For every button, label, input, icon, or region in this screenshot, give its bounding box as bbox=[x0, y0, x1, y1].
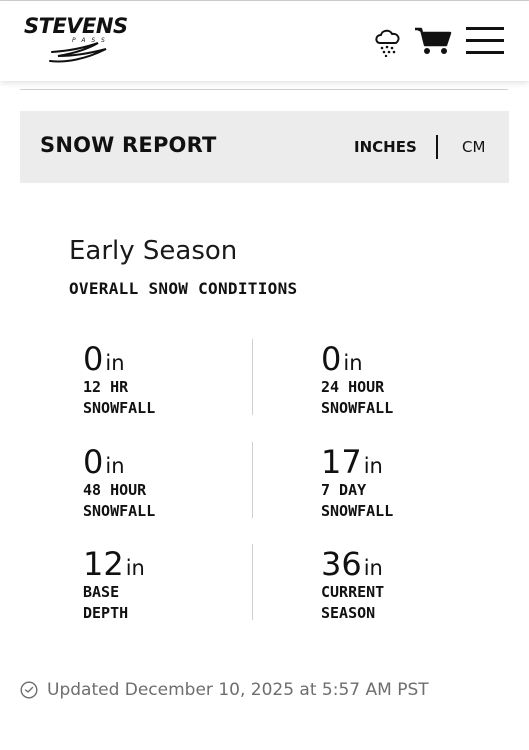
site-header: STEVENS PASS bbox=[0, 1, 529, 81]
stat-label: 12 HR SNOWFALL bbox=[83, 378, 156, 417]
header-divider bbox=[20, 89, 508, 90]
stat-24hr-snowfall: 0in 24 HOUR SNOWFALL bbox=[321, 341, 491, 421]
conditions-title: Early Season bbox=[69, 236, 238, 266]
stat-unit: in bbox=[343, 351, 363, 375]
stat-7day-snowfall: 17in 7 DAY SNOWFALL bbox=[321, 444, 491, 524]
stat-value: 36in bbox=[321, 546, 383, 586]
stat-value: 0in bbox=[83, 444, 125, 484]
stat-number: 17 bbox=[321, 443, 362, 481]
stat-number: 36 bbox=[321, 545, 362, 583]
stevens-pass-logo[interactable]: STEVENS PASS bbox=[24, 13, 134, 67]
stat-base-depth: 12in BASE DEPTH bbox=[83, 546, 253, 626]
stat-value: 0in bbox=[321, 341, 363, 381]
stat-value: 0in bbox=[83, 341, 125, 381]
stat-label: BASE DEPTH bbox=[83, 583, 129, 622]
clock-icon bbox=[20, 681, 38, 699]
snow-report-bar: SNOW REPORT INCHES CM bbox=[20, 111, 509, 183]
stat-unit: in bbox=[105, 351, 125, 375]
stat-number: 12 bbox=[83, 545, 124, 583]
stat-number: 0 bbox=[83, 443, 104, 481]
logo-text: STEVENS bbox=[24, 14, 128, 38]
stat-value: 12in bbox=[83, 546, 145, 586]
stat-label: 48 HOUR SNOWFALL bbox=[83, 481, 156, 520]
snow-weather-icon[interactable] bbox=[372, 25, 404, 57]
stat-divider bbox=[252, 339, 253, 415]
stat-current-season: 36in CURRENT SEASON bbox=[321, 546, 491, 626]
stat-unit: in bbox=[363, 556, 383, 580]
snow-report-title: SNOW REPORT bbox=[40, 133, 217, 157]
stat-label: CURRENT SEASON bbox=[321, 583, 385, 622]
unit-toggle-inches[interactable]: INCHES bbox=[354, 138, 417, 156]
stat-number: 0 bbox=[83, 340, 104, 378]
stat-label: 7 DAY SNOWFALL bbox=[321, 481, 394, 520]
stat-48hr-snowfall: 0in 48 HOUR SNOWFALL bbox=[83, 444, 253, 524]
updated-timestamp: Updated December 10, 2025 at 5:57 AM PST bbox=[20, 679, 429, 701]
updated-text: Updated December 10, 2025 at 5:57 AM PST bbox=[47, 680, 429, 700]
stat-value: 17in bbox=[321, 444, 383, 484]
conditions-subtitle: OVERALL SNOW CONDITIONS bbox=[69, 279, 298, 298]
unit-separator bbox=[436, 135, 438, 159]
stat-divider bbox=[252, 442, 253, 518]
stat-12hr-snowfall: 0in 12 HR SNOWFALL bbox=[83, 341, 253, 421]
logo-swoosh-icon bbox=[49, 42, 107, 63]
stat-divider bbox=[252, 544, 253, 620]
stat-unit: in bbox=[105, 454, 125, 478]
page: STEVENS PASS SNOW REPORT INCHES CM Early… bbox=[0, 0, 529, 750]
stat-label: 24 HOUR SNOWFALL bbox=[321, 378, 394, 417]
stat-unit: in bbox=[125, 556, 145, 580]
stat-number: 0 bbox=[321, 340, 342, 378]
hamburger-menu-icon[interactable] bbox=[466, 25, 504, 57]
stat-unit: in bbox=[363, 454, 383, 478]
cart-icon[interactable] bbox=[414, 26, 452, 56]
unit-toggle-cm[interactable]: CM bbox=[462, 138, 485, 156]
